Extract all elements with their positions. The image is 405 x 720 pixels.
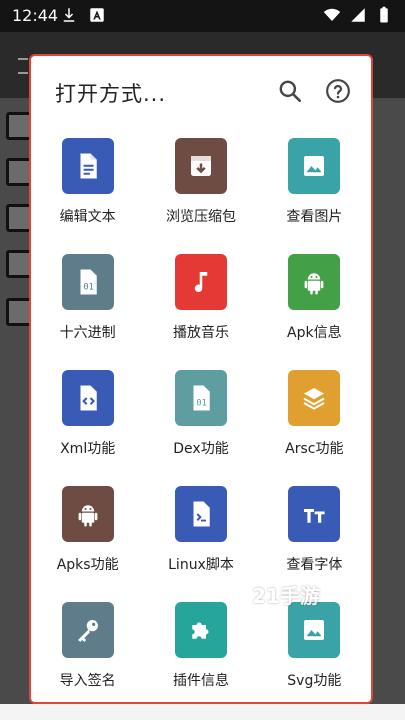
bottom-strip (0, 704, 405, 720)
app-label: 浏览压缩包 (165, 209, 236, 225)
puzzle-icon (174, 602, 227, 658)
app-item-apks[interactable]: Apks功能 (31, 482, 144, 598)
svg-text:01: 01 (196, 399, 207, 409)
app-label: Linux脚本 (168, 557, 234, 573)
app-grid: 编辑文本 浏览压缩包 查看图片 01 十六进制 播放音乐 Apk信息 Xml功能… (31, 134, 371, 702)
app-item-view-image[interactable]: 查看图片 (258, 134, 371, 250)
app-label: Dex功能 (173, 441, 229, 457)
layers-icon (288, 370, 341, 426)
app-label: 插件信息 (172, 673, 229, 689)
a-box-icon (90, 8, 104, 22)
app-item-browse-archive[interactable]: 浏览压缩包 (144, 134, 257, 250)
terminal-file-icon (174, 486, 227, 542)
app-label: 查看图片 (286, 209, 343, 225)
app-item-arsc[interactable]: Arsc功能 (258, 366, 371, 482)
status-time: 12:44 (12, 6, 59, 25)
app-item-linux-script[interactable]: Linux脚本 (144, 482, 257, 598)
app-label: 查看字体 (286, 557, 343, 573)
status-bar: 12:44 (0, 0, 405, 32)
image-icon (288, 138, 341, 194)
app-label: Apks功能 (56, 557, 119, 573)
app-label: Xml功能 (60, 441, 116, 457)
code-file-icon (61, 370, 114, 426)
app-label: Arsc功能 (285, 441, 344, 457)
app-item-dex[interactable]: 01 Dex功能 (144, 366, 257, 482)
open-with-dialog: 打开方式... 编辑文本 浏览压缩包 查看图片 01 十六进制 播放音乐 Apk… (29, 54, 373, 704)
archive-icon (174, 138, 227, 194)
android-icon (288, 254, 341, 310)
dex-file-icon: 01 (174, 370, 227, 426)
app-item-svg[interactable]: Svg功能 (258, 598, 371, 702)
app-label: Svg功能 (287, 673, 342, 689)
image-icon (288, 602, 341, 658)
key-icon (61, 602, 114, 658)
app-label: Apk信息 (287, 325, 342, 341)
signal-icon (351, 8, 365, 22)
svg-text:01: 01 (83, 283, 94, 293)
app-label: 导入签名 (59, 673, 116, 689)
app-label: 十六进制 (59, 325, 116, 341)
app-label: 编辑文本 (59, 209, 116, 225)
dialog-title: 打开方式... (55, 82, 167, 106)
app-item-hex[interactable]: 01 十六进制 (31, 250, 144, 366)
help-icon[interactable] (325, 78, 351, 104)
battery-icon (380, 6, 388, 23)
android-icon (61, 486, 114, 542)
hex-file-icon: 01 (61, 254, 114, 310)
font-icon (288, 486, 341, 542)
app-item-edit-text[interactable]: 编辑文本 (31, 134, 144, 250)
app-item-play-music[interactable]: 播放音乐 (144, 250, 257, 366)
menu-icon (18, 58, 28, 74)
download-icon (63, 8, 75, 22)
music-note-icon (174, 254, 227, 310)
search-icon[interactable] (277, 78, 303, 104)
app-item-xml[interactable]: Xml功能 (31, 366, 144, 482)
app-label: 播放音乐 (172, 325, 229, 341)
wifi-icon (323, 8, 341, 21)
app-item-import-signature[interactable]: 导入签名 (31, 598, 144, 702)
watermark: 21手游 (252, 584, 320, 608)
app-item-apk-info[interactable]: Apk信息 (258, 250, 371, 366)
app-item-plugin-info[interactable]: 插件信息 (144, 598, 257, 702)
text-file-icon (61, 138, 114, 194)
